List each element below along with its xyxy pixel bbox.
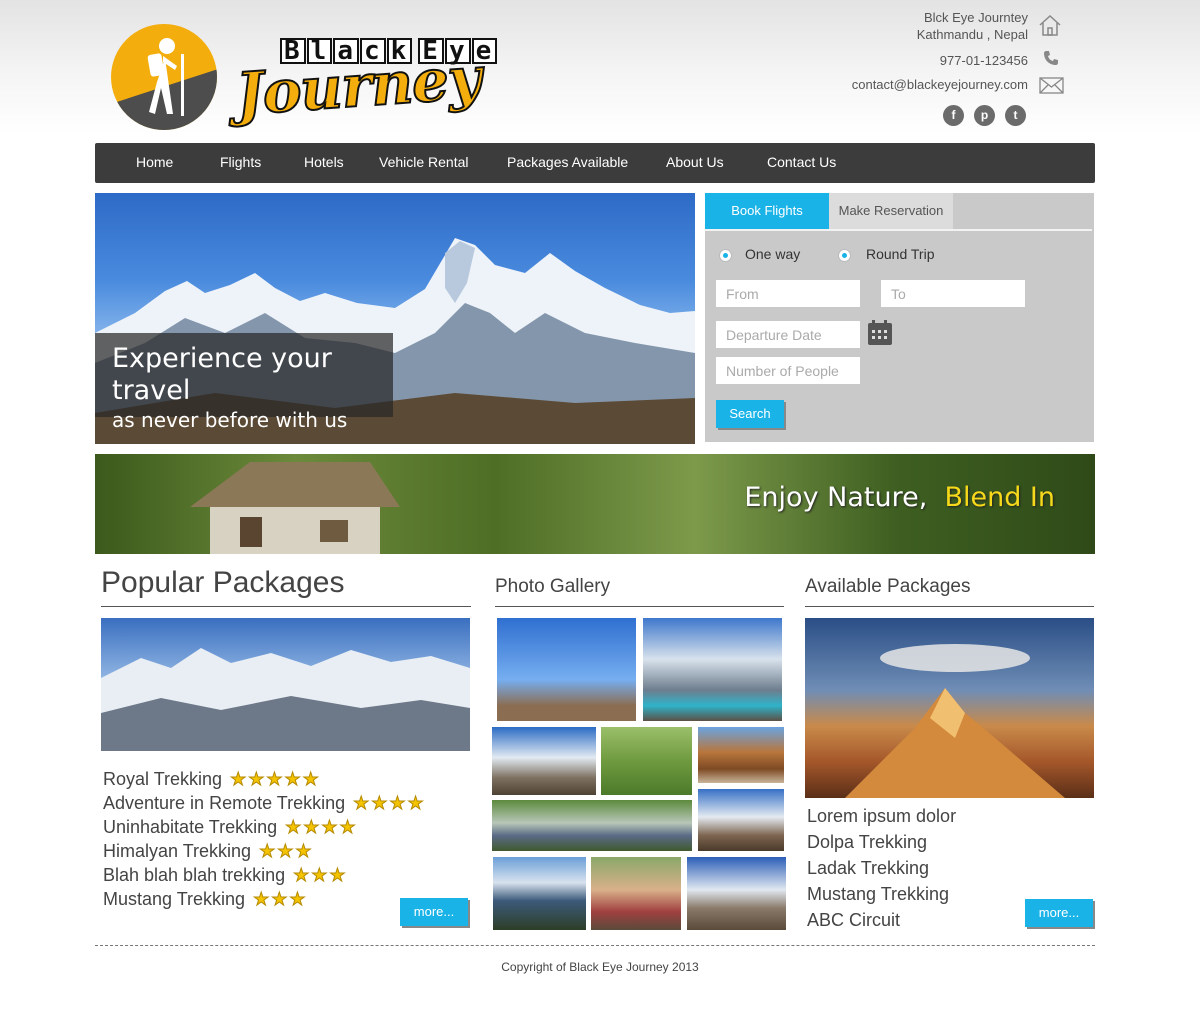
gallery-photo[interactable] [698, 727, 784, 783]
tab-make-reservation[interactable]: Make Reservation [829, 193, 953, 229]
twitter-icon[interactable]: t [1005, 105, 1026, 126]
email-link[interactable]: contact@blackeyejourney.com [852, 77, 1028, 93]
rating-stars-icon: ★★★ [253, 889, 308, 910]
popular-item[interactable]: Mustang Trekking ★★★ [103, 889, 308, 910]
address-line-1: Blck Eye Journtey [923, 10, 1028, 25]
popular-item-name: Adventure in Remote Trekking [103, 793, 346, 813]
nav-vehicle-rental[interactable]: Vehicle Rental [379, 143, 469, 181]
popular-item-name: Royal Trekking [103, 769, 223, 789]
rating-stars-icon: ★★★ [259, 841, 314, 862]
tab-divider [705, 229, 1092, 231]
to-input[interactable] [881, 280, 1025, 307]
gallery-photo[interactable] [493, 857, 586, 930]
main-nav: Home Flights Hotels Vehicle Rental Packa… [95, 143, 1095, 183]
round-trip-label: Round Trip [866, 246, 935, 262]
available-item[interactable]: Dolpa Trekking [807, 832, 927, 853]
copyright-text: Copyright of Black Eye Journey 2013 [501, 960, 699, 974]
footer-divider [95, 945, 1095, 946]
popular-item[interactable]: Royal Trekking ★★★★★ [103, 769, 321, 790]
number-of-people-input[interactable] [716, 357, 860, 384]
popular-packages-title: Popular Packages [101, 566, 345, 599]
popular-item[interactable]: Uninhabitate Trekking ★★★★ [103, 817, 358, 838]
phone-icon [1044, 51, 1058, 65]
nav-hotels[interactable]: Hotels [304, 143, 344, 181]
gallery-photo[interactable] [698, 789, 784, 851]
nav-about[interactable]: About Us [666, 143, 724, 181]
available-item[interactable]: Lorem ipsum dolor [807, 806, 956, 827]
popular-item-name: Uninhabitate Trekking [103, 817, 278, 837]
gallery-photo[interactable] [643, 618, 782, 721]
one-way-radio[interactable] [719, 249, 732, 262]
rating-stars-icon: ★★★ [293, 865, 348, 886]
popular-item[interactable]: Himalyan Trekking ★★★ [103, 841, 313, 862]
pinterest-icon[interactable]: p [974, 105, 995, 126]
banner-text-main: Enjoy Nature, [744, 482, 928, 513]
facebook-icon[interactable]: f [943, 105, 964, 126]
popular-item[interactable]: Adventure in Remote Trekking ★★★★ [103, 793, 426, 814]
gallery-photo[interactable] [497, 618, 636, 721]
gallery-photo[interactable] [601, 727, 692, 795]
gallery-photo[interactable] [492, 800, 692, 851]
hero-title: Experience your travel [112, 343, 332, 406]
logo-hiker-icon[interactable] [111, 24, 217, 130]
popular-item[interactable]: Blah blah blah trekking ★★★ [103, 865, 348, 886]
rating-stars-icon: ★★★★★ [230, 769, 321, 790]
available-more-button[interactable]: more... [1025, 899, 1093, 927]
page: Black Eye Journey Blck Eye Journtey Kath… [0, 0, 1200, 1010]
available-item[interactable]: ABC Circuit [807, 910, 900, 931]
rating-stars-icon: ★★★★ [353, 793, 426, 814]
banner-text-highlight: Blend In [944, 482, 1055, 513]
from-input[interactable] [716, 280, 860, 307]
gallery-photo[interactable] [687, 857, 786, 930]
available-divider [805, 606, 1094, 607]
popular-item-name: Mustang Trekking [103, 889, 246, 909]
nav-packages[interactable]: Packages Available [507, 143, 628, 181]
hut-image [190, 462, 400, 554]
gallery-photo[interactable] [492, 727, 596, 795]
nav-contact[interactable]: Contact Us [767, 143, 836, 181]
nav-home[interactable]: Home [136, 143, 173, 181]
logo-text-main: Journey [233, 43, 484, 130]
gallery-photo[interactable] [591, 857, 681, 930]
mail-icon [1039, 77, 1064, 94]
hero-caption: Experience your travel as never before w… [95, 333, 393, 432]
home-icon [1039, 14, 1061, 36]
tab-book-flights[interactable]: Book Flights [705, 193, 829, 229]
popular-more-button[interactable]: more... [400, 898, 468, 926]
available-item[interactable]: Mustang Trekking [807, 884, 949, 905]
hero-mountain-image: Experience your travel as never before w… [95, 193, 695, 444]
departure-date-input[interactable] [716, 321, 860, 348]
rating-stars-icon: ★★★★ [285, 817, 358, 838]
one-way-label: One way [745, 246, 801, 262]
popular-item-name: Blah blah blah trekking [103, 865, 286, 885]
calendar-icon[interactable] [868, 320, 892, 345]
hero-subtitle: as never before with us [112, 408, 348, 432]
available-item[interactable]: Ladak Trekking [807, 858, 929, 879]
banner-text: Enjoy Nature, Blend In [744, 482, 1055, 513]
address-line-2: Kathmandu , Nepal [916, 27, 1028, 42]
booking-panel: Book Flights Make Reservation One way Ro… [705, 193, 1094, 442]
available-package-image [805, 618, 1094, 798]
photo-gallery-title: Photo Gallery [495, 576, 611, 597]
search-button[interactable]: Search [716, 400, 784, 428]
nature-banner: Enjoy Nature, Blend In [95, 454, 1095, 554]
popular-item-name: Himalyan Trekking [103, 841, 252, 861]
nav-flights[interactable]: Flights [220, 143, 261, 181]
popular-package-image [101, 618, 470, 751]
popular-divider [101, 606, 471, 607]
round-trip-radio[interactable] [838, 249, 851, 262]
phone-number: 977-01-123456 [939, 53, 1028, 68]
available-packages-title: Available Packages [805, 576, 971, 597]
gallery-divider [495, 606, 784, 607]
